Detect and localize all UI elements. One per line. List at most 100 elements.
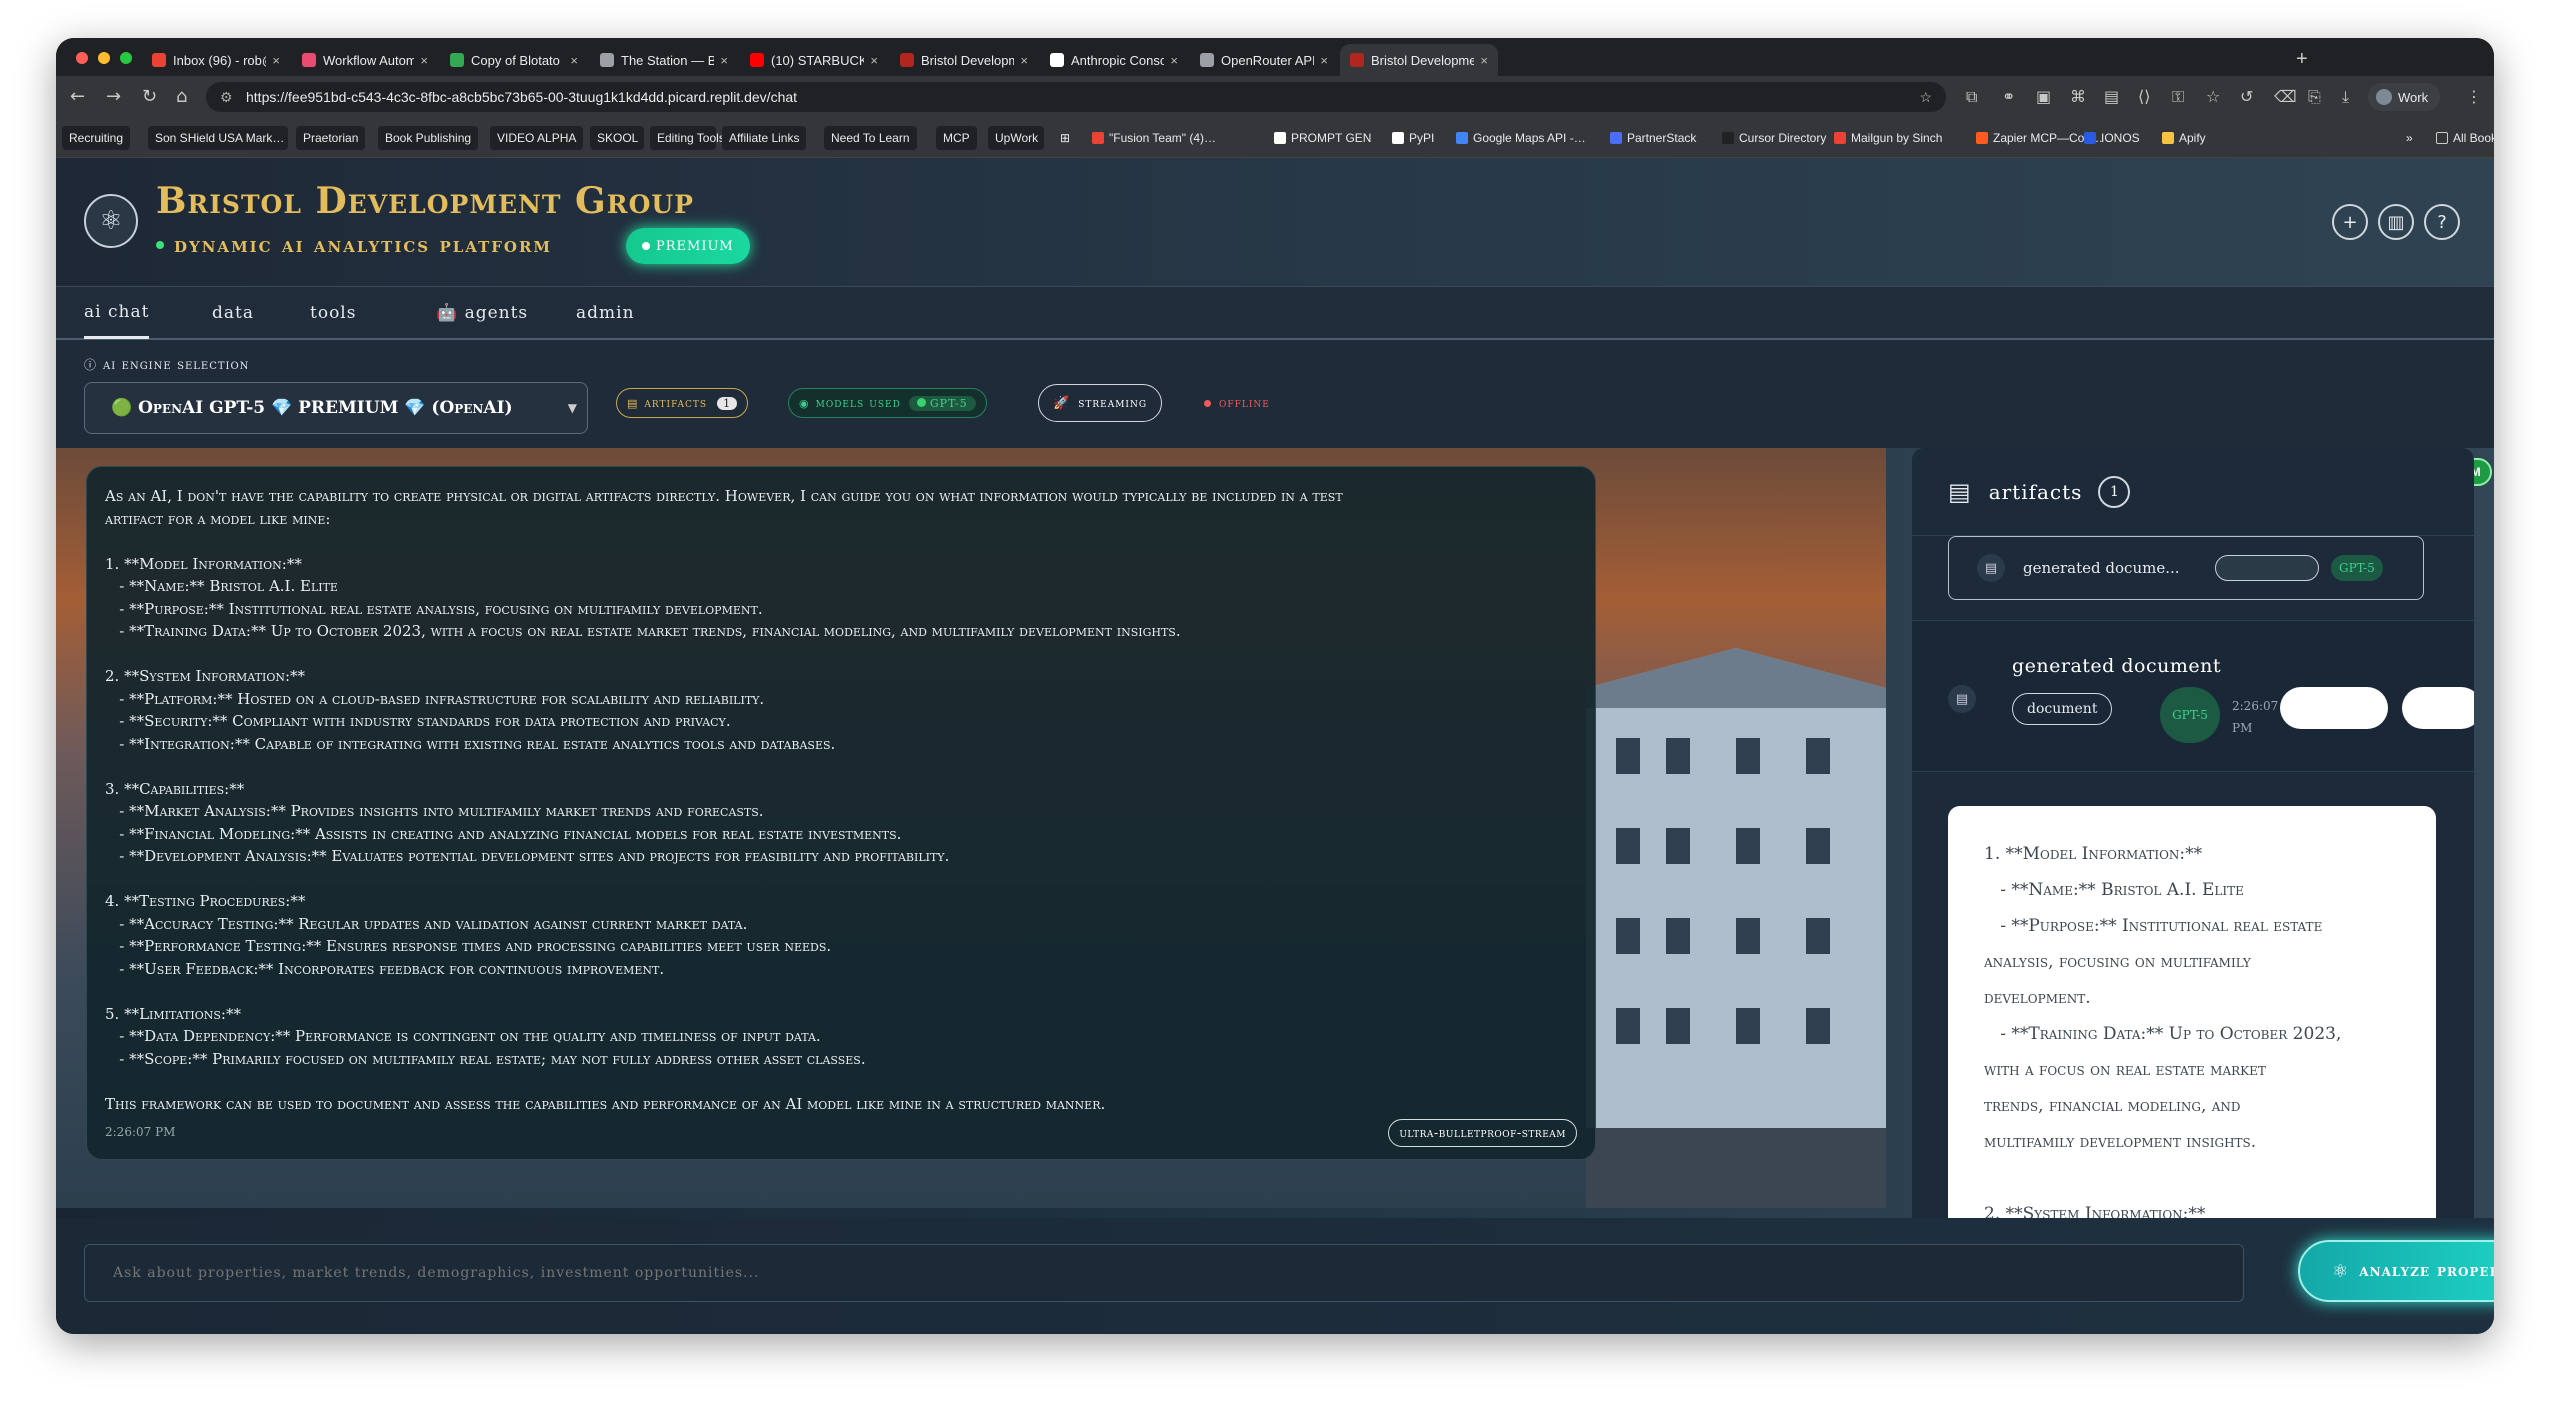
- star-icon[interactable]: ☆: [2206, 87, 2220, 106]
- chart-icon[interactable]: ▥: [2378, 204, 2414, 240]
- nav-tab[interactable]: AI Chat: [84, 287, 150, 339]
- apartment-building-image: [1586, 648, 1886, 1208]
- artifacts-pill[interactable]: ▤ Artifacts 1: [616, 388, 749, 418]
- artifacts-panel: ▤ Artifacts 1 ▤ Generated Docume... GPT-…: [1912, 448, 2474, 1228]
- minimize-window-button[interactable]: [98, 52, 110, 64]
- artifact-card[interactable]: ▤ Generated Docume... GPT-5: [1948, 536, 2424, 600]
- bookmark-folder[interactable]: Affiliate Links: [722, 126, 807, 150]
- bookmark-star-icon[interactable]: ☆: [1919, 89, 1932, 106]
- bookmark-link[interactable]: Google Maps API -…: [1456, 126, 1586, 150]
- key-icon[interactable]: ⚿: [2172, 87, 2184, 107]
- extension-icon[interactable]: ⌘: [2070, 87, 2086, 106]
- favicon-icon: [1834, 132, 1846, 144]
- site-info-icon[interactable]: ⚙: [220, 89, 233, 106]
- browser-tab[interactable]: Copy of Blotato Posting (N8N…×: [440, 44, 588, 76]
- bookmark-folder[interactable]: Son SHield USA Mark…: [148, 126, 288, 150]
- document-icon: ▤: [1948, 685, 1976, 713]
- bookmark-folder[interactable]: Praetorian: [296, 126, 366, 150]
- extension-icon[interactable]: ⟨⟩: [2138, 87, 2150, 106]
- history-icon[interactable]: ↺: [2240, 87, 2253, 106]
- bookmark-link[interactable]: PyPI: [1392, 126, 1434, 150]
- bookmark-link[interactable]: Cursor Directory: [1722, 126, 1826, 150]
- browser-tab[interactable]: OpenRouter API Reference | O…×: [1190, 44, 1338, 76]
- message-line: 3. **Capabilities:**: [105, 779, 245, 798]
- nav-tab[interactable]: 🤖 Agents: [436, 287, 528, 339]
- extensions-icon[interactable]: ⧉: [1966, 87, 1977, 107]
- bookmark-link[interactable]: Apify: [2162, 126, 2206, 150]
- favicon-icon: [2162, 132, 2174, 144]
- bookmark-link[interactable]: Mailgun by Sinch: [1834, 126, 1942, 150]
- forward-button[interactable]: →: [106, 86, 121, 107]
- add-button[interactable]: +: [2332, 204, 2368, 240]
- document-title: Generated Document: [2012, 655, 2221, 677]
- nav-tab[interactable]: Tools: [310, 287, 356, 339]
- bookmark-folder[interactable]: Recruiting: [62, 126, 131, 150]
- browser-tab[interactable]: Bristol Development Group -×: [1340, 44, 1498, 76]
- bookmark-folder[interactable]: Need To Learn: [824, 126, 917, 150]
- menu-icon[interactable]: ⋮: [2466, 87, 2482, 106]
- bookmark-folder[interactable]: Book Publishing: [378, 126, 479, 150]
- browser-tab[interactable]: (10) STARBUCKS SCAM! Dark…×: [740, 44, 888, 76]
- bookmark-folder[interactable]: MCP: [936, 126, 977, 150]
- close-tab-icon[interactable]: ×: [1320, 53, 1328, 68]
- copy-button[interactable]: [2280, 687, 2388, 729]
- document-content: 1. **Model Information:** - **Name:** Br…: [1948, 806, 2436, 1228]
- favicon-icon: [900, 53, 914, 67]
- apps-grid-icon[interactable]: ⊞: [1060, 126, 1070, 150]
- browser-tab[interactable]: Inbox (96) - rob@fusiondata…×: [142, 44, 290, 76]
- nav-tab[interactable]: Admin: [576, 287, 635, 339]
- bookmarks-overflow[interactable]: »: [2406, 126, 2413, 150]
- close-tab-icon[interactable]: ×: [420, 53, 428, 68]
- all-bookmarks-folder[interactable]: All Bookmarks: [2436, 126, 2494, 150]
- favicon-icon: [450, 53, 464, 67]
- home-button[interactable]: ⌂: [176, 86, 187, 107]
- maximize-window-button[interactable]: [120, 52, 132, 64]
- url-bar[interactable]: ⚙ https://fee951bd-c543-4c3c-8fbc-a8cb5b…: [206, 82, 1946, 112]
- browser-tab[interactable]: Anthropic Console×: [1040, 44, 1188, 76]
- extension-icon[interactable]: ▣: [2036, 87, 2051, 106]
- document-line: analysis, focusing on multifamily: [1984, 952, 2251, 972]
- tagline: Dynamic AI Analytics Platform: [156, 232, 552, 257]
- document-line: - **Purpose:** Institutional real estate: [1984, 916, 2323, 936]
- favicon-icon: [1200, 53, 1214, 67]
- profile-button[interactable]: Work: [2368, 83, 2441, 111]
- close-tab-icon[interactable]: ×: [720, 53, 728, 68]
- browser-tab[interactable]: Workflow Automation - n8n×: [292, 44, 438, 76]
- download-button[interactable]: [2402, 687, 2474, 729]
- message-line: [105, 643, 1577, 666]
- extension-icon[interactable]: ▤: [2104, 87, 2119, 106]
- browser-tab[interactable]: Bristol Development Group -×: [890, 44, 1038, 76]
- reload-button[interactable]: ↻: [142, 86, 157, 107]
- avatar: [2376, 89, 2392, 105]
- link-icon[interactable]: ⚭: [2002, 87, 2015, 106]
- download-icon[interactable]: ⤓: [2342, 87, 2349, 107]
- bookmark-folder[interactable]: SKOOL: [590, 126, 644, 150]
- chat-input[interactable]: [84, 1244, 2244, 1302]
- bookmark-link[interactable]: IONOS: [2084, 126, 2140, 150]
- new-tab-button[interactable]: +: [2296, 48, 2308, 71]
- analyze-property-button[interactable]: ⚛Analyze Property: [2298, 1240, 2494, 1302]
- close-tab-icon[interactable]: ×: [272, 53, 280, 68]
- engine-select[interactable]: 🟢 OpenAI GPT-5 💎 PREMIUM 💎 (OpenAI) ▼: [84, 382, 588, 434]
- bookmark-folder[interactable]: UpWork: [988, 126, 1044, 150]
- message-line: [105, 1070, 1577, 1093]
- close-window-button[interactable]: [76, 52, 88, 64]
- translate-icon[interactable]: ⎘: [2308, 87, 2321, 107]
- bookmark-link[interactable]: PROMPT GEN: [1274, 126, 1371, 150]
- nav-tab[interactable]: Data: [212, 287, 254, 339]
- help-icon[interactable]: ?: [2424, 204, 2460, 240]
- trash-icon[interactable]: ⌫: [2274, 87, 2297, 106]
- back-button[interactable]: ←: [70, 86, 85, 107]
- bookmark-folder[interactable]: Editing Tools: [650, 126, 725, 150]
- bookmark-folder[interactable]: VIDEO ALPHA: [490, 126, 584, 150]
- close-tab-icon[interactable]: ×: [1020, 53, 1028, 68]
- bookmark-link[interactable]: PartnerStack: [1610, 126, 1696, 150]
- streaming-toggle[interactable]: 🚀 Streaming: [1038, 384, 1163, 422]
- bookmark-link[interactable]: "Fusion Team" (4)…: [1092, 126, 1216, 150]
- close-tab-icon[interactable]: ×: [1170, 53, 1178, 68]
- message-line: artifact for a model like mine:: [105, 509, 331, 528]
- close-tab-icon[interactable]: ×: [570, 53, 578, 68]
- close-tab-icon[interactable]: ×: [1480, 53, 1488, 68]
- browser-tab[interactable]: The Station — Bristol Develop…×: [590, 44, 738, 76]
- close-tab-icon[interactable]: ×: [870, 53, 878, 68]
